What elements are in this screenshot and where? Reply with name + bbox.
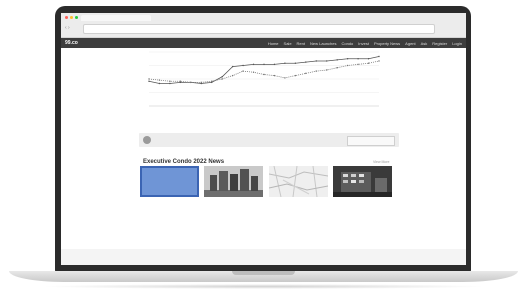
chart-point[interactable]	[326, 60, 328, 62]
chart-point[interactable]	[179, 80, 182, 82]
news-thumbnail-night[interactable]	[333, 166, 392, 197]
nav-item-sale[interactable]: Sale	[284, 41, 292, 46]
chart-point[interactable]	[273, 63, 276, 66]
nav-item-ask[interactable]: Ask	[421, 41, 428, 46]
page-footer-area	[61, 249, 466, 265]
nav-item-condo[interactable]: Condo	[341, 41, 353, 46]
news-thumbnail-blue[interactable]	[140, 166, 199, 197]
chart-point[interactable]	[378, 60, 380, 62]
minimize-dot[interactable]	[70, 16, 73, 19]
chart-point[interactable]	[294, 74, 297, 77]
chart-point[interactable]	[305, 72, 307, 75]
zoom-dot[interactable]	[75, 16, 78, 19]
nav-item-agent[interactable]: Agent	[405, 41, 415, 46]
chart-point[interactable]	[367, 62, 370, 64]
chart-point[interactable]	[284, 77, 286, 79]
nav-item-register[interactable]: Register	[432, 41, 447, 46]
laptop-shadow	[40, 284, 487, 289]
house-icon	[143, 136, 151, 144]
news-card[interactable]	[333, 166, 392, 199]
chart-point[interactable]	[367, 58, 370, 60]
news-card[interactable]	[269, 166, 328, 199]
chart-point[interactable]	[284, 62, 286, 64]
chart-point[interactable]	[315, 60, 317, 62]
laptop-screen: ‹ › 99.co Home Sale Rent New Launches Condo I…	[61, 13, 466, 265]
close-dot[interactable]	[65, 16, 68, 19]
chart-point[interactable]	[231, 65, 234, 68]
chart-point[interactable]	[242, 70, 244, 72]
chart-point[interactable]	[326, 69, 328, 71]
chart-point[interactable]	[346, 58, 349, 60]
chart-point[interactable]	[315, 70, 317, 72]
browser-tab[interactable]	[81, 15, 151, 21]
chart-point[interactable]	[263, 63, 265, 66]
chart-point[interactable]	[378, 55, 380, 58]
news-card[interactable]	[140, 166, 199, 199]
chart-point[interactable]	[357, 63, 359, 66]
chart-point[interactable]	[252, 63, 255, 66]
chart-point[interactable]	[211, 80, 213, 82]
chart-point[interactable]	[357, 58, 359, 60]
chart-point[interactable]	[221, 78, 223, 80]
chart-point[interactable]	[200, 81, 202, 84]
chart-point[interactable]	[252, 71, 255, 73]
laptop-base-notch	[232, 271, 295, 275]
nav-item-rent[interactable]: Rent	[297, 41, 305, 46]
price-alert-bar	[139, 133, 399, 147]
chart-point[interactable]	[273, 74, 276, 77]
nav-item-invest[interactable]: Invest	[358, 41, 369, 46]
news-thumbnail-towers[interactable]	[204, 166, 263, 197]
chart-point[interactable]	[242, 64, 244, 67]
chart-point[interactable]	[148, 78, 150, 80]
nav-item-property-news[interactable]: Property News	[374, 41, 400, 46]
news-thumbnail-map[interactable]	[269, 166, 328, 197]
chart-point[interactable]	[305, 61, 307, 63]
chart-point[interactable]	[346, 64, 349, 67]
site-navbar: 99.co Home Sale Rent New Launches Condo Inves…	[61, 38, 466, 48]
chart-point[interactable]	[169, 82, 171, 85]
chart-point[interactable]	[336, 67, 338, 69]
chart-point[interactable]	[190, 81, 192, 84]
site-menu: Home Sale Rent New Launches Condo Invest Prope…	[268, 41, 462, 46]
chart-point[interactable]	[158, 79, 161, 81]
nav-item-home[interactable]: Home	[268, 41, 279, 46]
chart-point[interactable]	[336, 59, 338, 61]
chart-point[interactable]	[158, 82, 161, 85]
site-logo[interactable]: 99.co	[65, 40, 78, 46]
news-card[interactable]	[204, 166, 263, 199]
nav-item-new-launches[interactable]: New Launches	[310, 41, 336, 46]
nav-item-login[interactable]: Login	[452, 41, 462, 46]
back-forward-icons[interactable]: ‹ ›	[65, 25, 70, 31]
chart-point[interactable]	[169, 80, 171, 82]
chart-point[interactable]	[263, 73, 265, 76]
chart-point[interactable]	[294, 62, 297, 64]
chart-point[interactable]	[148, 80, 150, 82]
news-section-title: Executive Condo 2022 News	[143, 159, 225, 165]
chart-point[interactable]	[221, 76, 223, 78]
price-trend-chart	[148, 51, 380, 107]
window-controls	[65, 16, 78, 19]
alert-action-button[interactable]	[347, 136, 395, 146]
browser-chrome: ‹ ›	[61, 13, 466, 38]
chart-point[interactable]	[231, 74, 234, 77]
view-more-link[interactable]: View More	[373, 160, 389, 164]
address-bar[interactable]	[83, 24, 435, 34]
chart-series-line-0	[148, 56, 380, 84]
